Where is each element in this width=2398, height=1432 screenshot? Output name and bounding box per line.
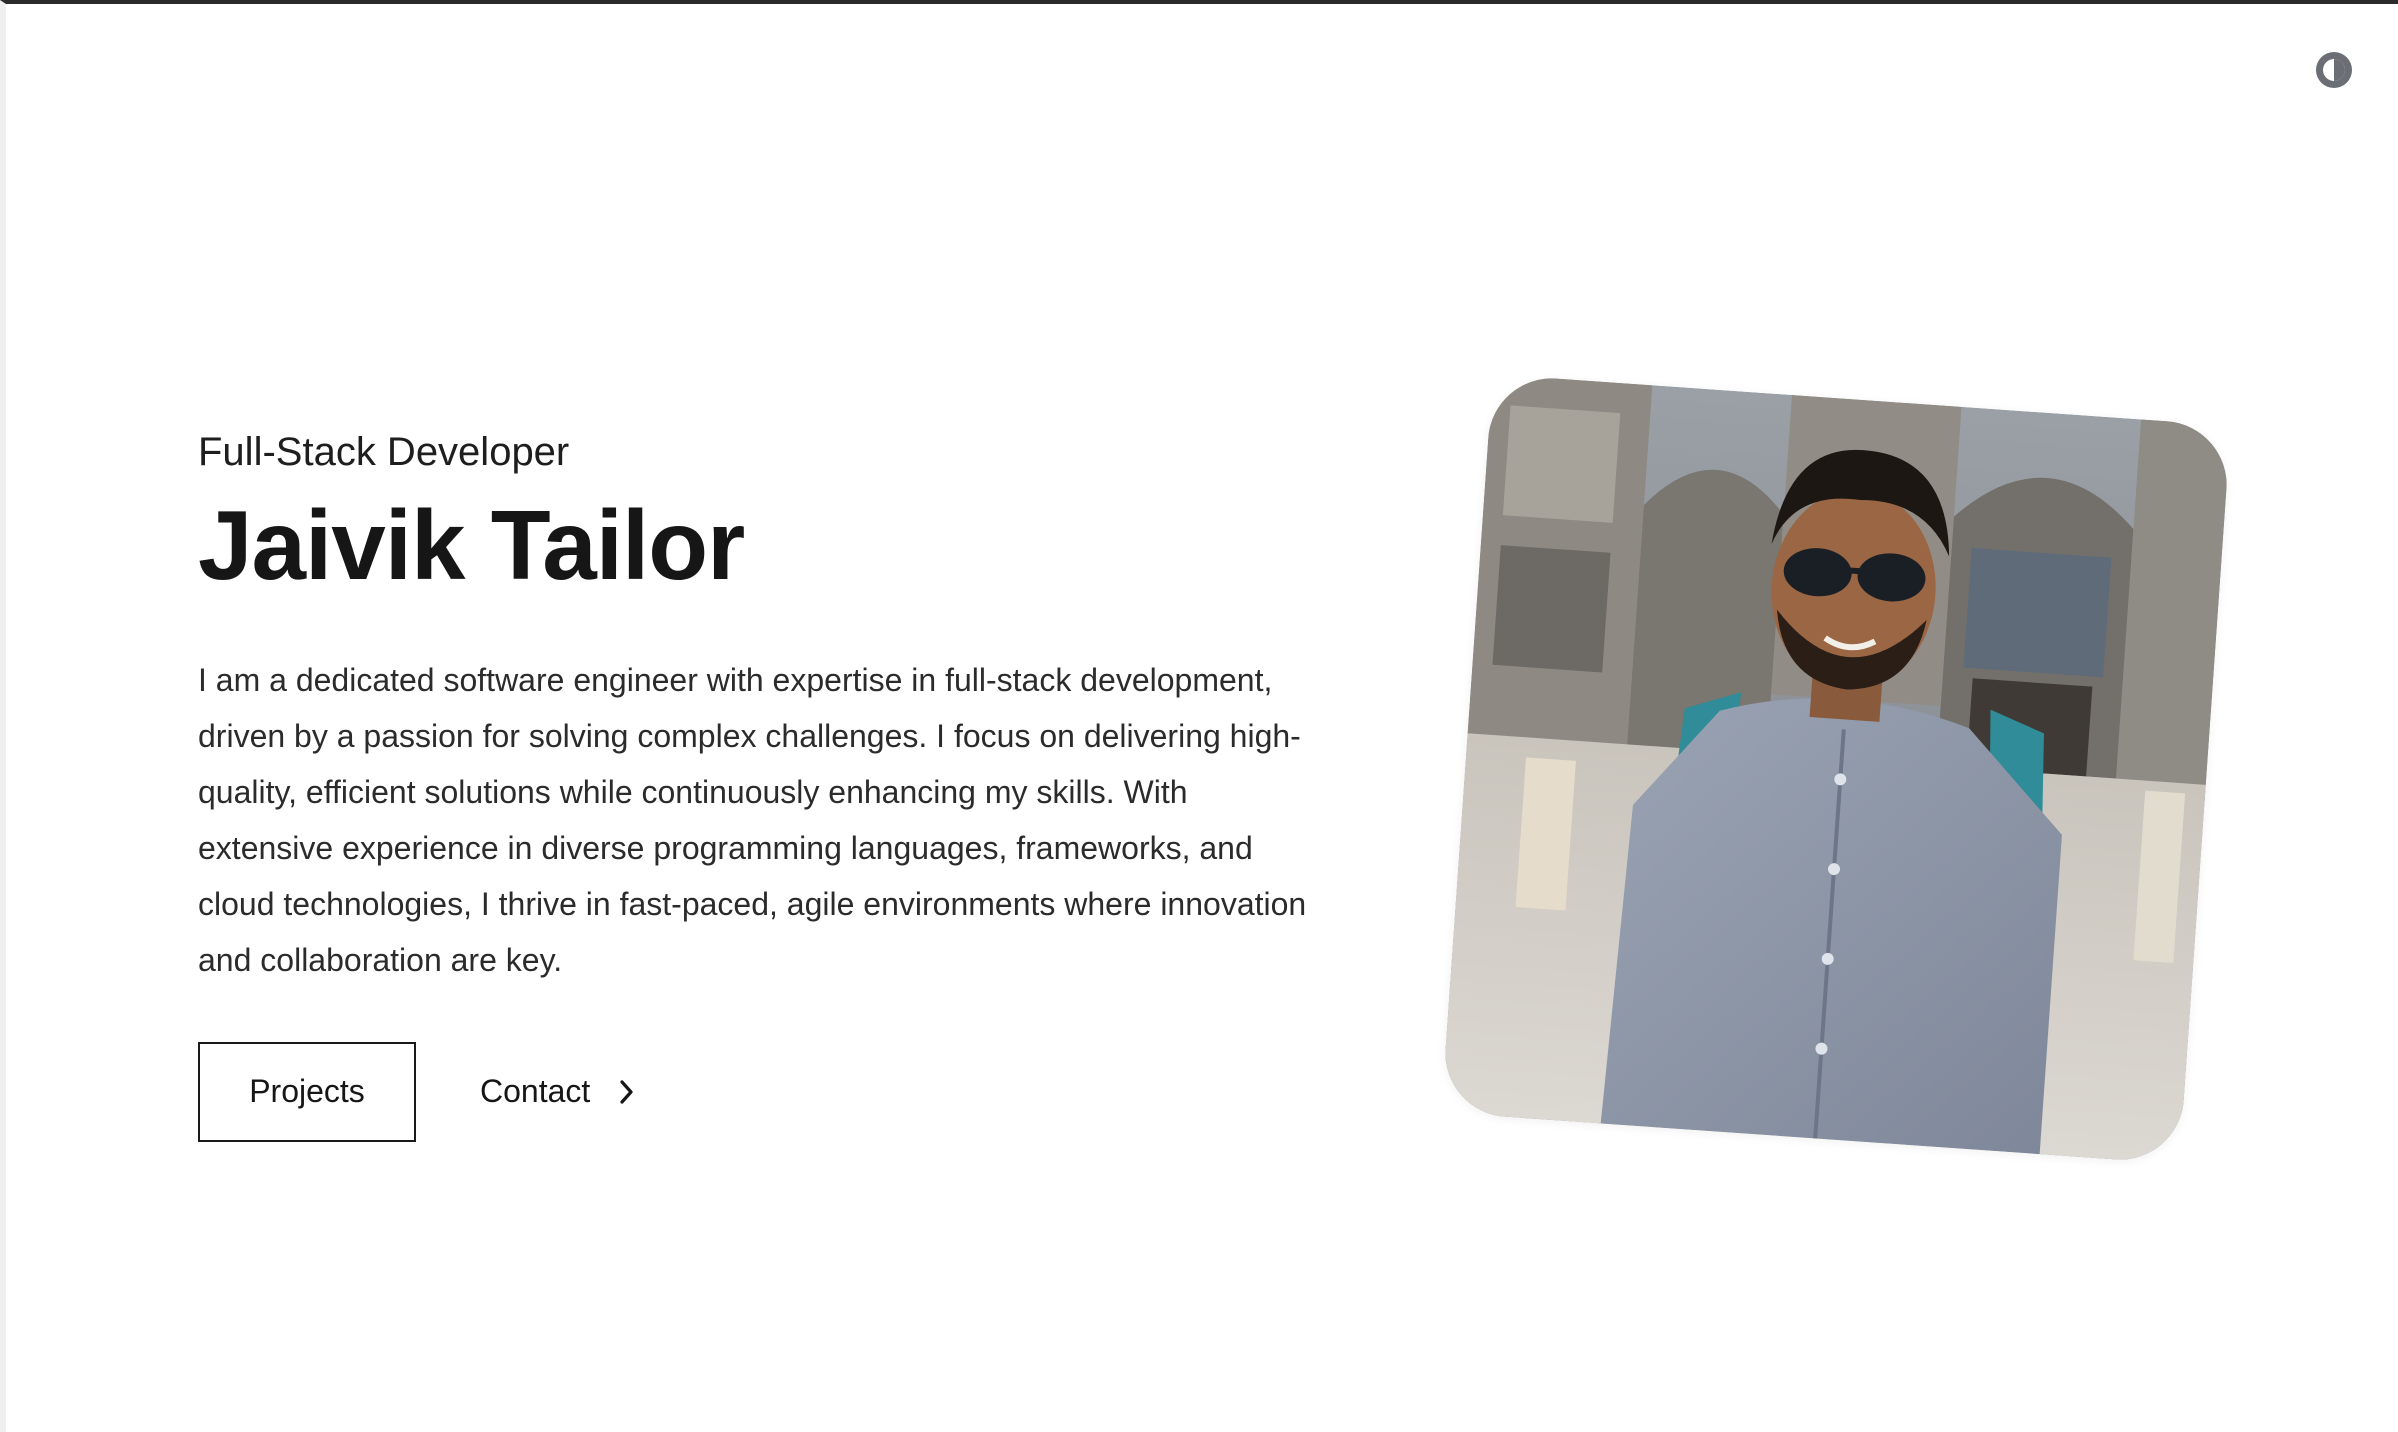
hero-actions: Projects Contact	[198, 1041, 1318, 1142]
profile-photo-illustration	[1441, 374, 2231, 1164]
contrast-icon	[2316, 52, 2352, 88]
projects-button[interactable]: Projects	[198, 1041, 416, 1142]
page: Full-Stack Developer Jaivik Tailor I am …	[0, 0, 2398, 1432]
hero-bio: I am a dedicated software engineer with …	[198, 661, 1307, 978]
hero-subtitle: Full-Stack Developer	[198, 430, 570, 474]
profile-photo	[1441, 374, 2231, 1164]
chevron-right-icon	[620, 1080, 633, 1104]
theme-toggle-button[interactable]	[2312, 48, 2356, 92]
hero-name: Jaivik Tailor	[198, 490, 745, 600]
contact-button[interactable]: Contact	[480, 1073, 636, 1110]
hero-section: Full-Stack Developer Jaivik Tailor I am …	[198, 428, 1318, 1142]
contact-button-label: Contact	[480, 1073, 591, 1110]
